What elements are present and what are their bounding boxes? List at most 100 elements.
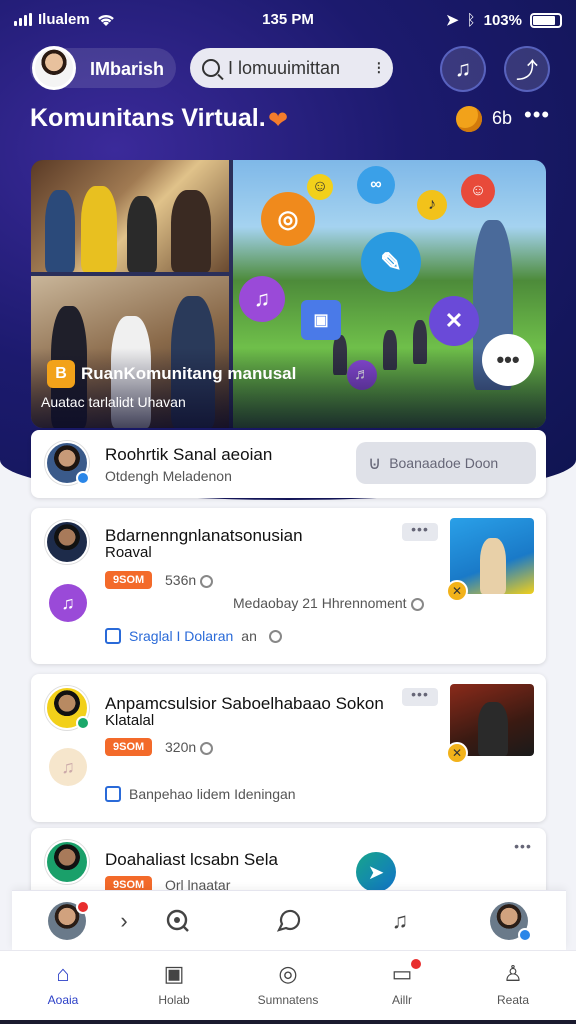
banner-subtitle: Auatac tarlalidt Uhavan (41, 394, 186, 410)
tab-explore[interactable]: ◎ Sumnatens (243, 961, 333, 1007)
send-icon[interactable]: ➤ (356, 852, 396, 892)
author-avatar[interactable] (45, 686, 90, 730)
music-bubble-icon: ♫ (239, 276, 285, 322)
post-title: Anpamcsulsior Saboelhabaao Sokon (105, 694, 384, 713)
post-link-label: Banpehao lidem Ideningan (129, 786, 296, 802)
post-context-text: Medaobay 21 Hhrennoment (233, 595, 407, 611)
profile-avatar[interactable] (45, 441, 90, 485)
profile-name: Roohrtik Sanal aeoian (105, 445, 273, 464)
post-options-button[interactable]: ••• (505, 839, 541, 858)
post-count-value: 320n (165, 739, 197, 755)
tab-inbox[interactable]: ▣ Holab (129, 961, 219, 1007)
page-title: Komunitans Virtual. (30, 104, 266, 132)
verified-icon (76, 471, 90, 485)
post-card-1[interactable]: Bdarnenngnlanatsonusian Roaval 9SOM 536n… (31, 508, 546, 664)
post-count: 536n (165, 572, 214, 588)
notification-badge (409, 957, 423, 971)
post-subtitle: Klatalal (105, 712, 155, 729)
featured-banner[interactable]: ◎ ☺ ∞ ♪ ✎ ♫ ▣ ✕ ☺ ♬ B RuanKomunitang man… (31, 160, 546, 428)
dock-avatar[interactable] (48, 900, 90, 940)
user-avatar[interactable] (32, 46, 76, 90)
search-input[interactable] (228, 57, 368, 79)
username: IMbarish (90, 59, 165, 79)
post-options-button[interactable]: ••• (402, 687, 438, 706)
notification-badge (76, 900, 90, 914)
post-thumbnail[interactable]: ✕ (446, 518, 534, 602)
photo-group-meeting (31, 160, 229, 272)
coin-icon[interactable] (456, 106, 482, 132)
location-icon: ➤ (446, 12, 459, 29)
post-card-2[interactable]: Anpamcsulsior Saboelhabaao Sokon Klatala… (31, 674, 546, 822)
tab-bar: ⌂ Aoaia ▣ Holab ◎ Sumnatens ▭ Aillr ♙ Reata (0, 950, 576, 1024)
author-avatar[interactable] (45, 840, 89, 884)
search-bar[interactable]: ⁝ (190, 48, 393, 88)
info-icon (200, 741, 214, 755)
tab-home[interactable]: ⌂ Aoaia (18, 961, 108, 1007)
post-subtitle: Roaval (105, 544, 152, 561)
search-more-icon[interactable]: ⁝ (376, 58, 382, 79)
share-icon: ⤴ (515, 58, 538, 83)
music-icon[interactable]: ♫ (382, 903, 418, 939)
context-icon (410, 597, 424, 611)
tab-profile[interactable]: ♙ Reata (468, 961, 558, 1007)
post-link[interactable]: Sraglal I Dolaran an (105, 628, 282, 644)
top-bar: IMbarish ⁝ ♫ ⤴ (30, 46, 550, 92)
quick-action-dock: › ♫ (12, 890, 566, 950)
title-row: Komunitans Virtual. ❤ 6b ••• (30, 100, 550, 140)
follow-label: Boanaadoe Doon (389, 455, 499, 471)
post-link-label: Sraglal I Dolaran (129, 628, 234, 644)
chevron-right-icon[interactable]: › (106, 903, 142, 939)
post-count: 320n (165, 739, 214, 755)
comment-icon[interactable] (270, 903, 306, 939)
bluetooth-icon: ᛒ (466, 11, 476, 29)
follow-icon: ⊍ (368, 452, 382, 473)
battery-icon (530, 12, 562, 28)
search-icon (202, 59, 220, 77)
music-note-icon[interactable]: ♫ (49, 748, 87, 786)
home-icon: ⌂ (56, 961, 70, 986)
banner-overlay (31, 348, 546, 428)
author-avatar[interactable] (45, 520, 89, 564)
smile-bubble-icon: ☺ (307, 174, 333, 200)
post-tag: 9SOM (105, 738, 153, 756)
share-button[interactable]: ⤴ (504, 46, 550, 92)
cube-icon: ▣ (301, 300, 341, 340)
post-options-button[interactable]: ••• (402, 522, 438, 541)
post-link[interactable]: Banpehao lidem Ideningan (105, 786, 296, 802)
search-icon[interactable] (160, 903, 196, 939)
music-button[interactable]: ♫ (440, 46, 486, 92)
close-icon[interactable]: ✕ (446, 580, 468, 602)
more-options-icon[interactable]: ••• (524, 102, 550, 128)
post-thumbnail[interactable]: ✕ (446, 684, 534, 764)
tab-profile-label: Reata (496, 993, 530, 1007)
heart-icon: ❤ (268, 107, 289, 134)
video-bubble-icon: ☺ (461, 174, 495, 208)
target-bubble-icon: ◎ (261, 192, 315, 246)
post-title: Bdarnenngnlanatsonusian (105, 526, 303, 545)
post-link-suffix: an (241, 628, 257, 644)
document-icon (105, 786, 121, 802)
close-icon[interactable]: ✕ (446, 742, 468, 764)
profile-icon: ♙ (503, 961, 523, 986)
banner-more-button[interactable]: ••• (482, 334, 534, 386)
post-title: Doahaliast lcsabn Sela (105, 850, 278, 869)
banner-badge-icon: B (47, 360, 75, 388)
profile-card[interactable]: Roohrtik Sanal aeoian Otdengh Meladenon … (31, 430, 546, 498)
tab-home-label: Aoaia (47, 993, 79, 1007)
tab-chat[interactable]: ▭ Aillr (357, 957, 447, 1007)
inbox-icon: ▣ (163, 961, 185, 986)
online-icon (76, 716, 90, 730)
friend-avatar[interactable] (490, 902, 532, 942)
banner-title: RuanKomunitang manusal (81, 364, 297, 383)
x-bubble-icon: ✕ (429, 296, 479, 346)
compass-icon: ◎ (278, 961, 298, 986)
tab-inbox-label: Holab (158, 993, 190, 1007)
verified-icon (518, 928, 532, 942)
follow-button[interactable]: ⊍ Boanaadoe Doon (356, 442, 536, 484)
check-icon (268, 629, 282, 643)
coin-value: 6b (492, 108, 513, 128)
tab-explore-label: Sumnatens (257, 993, 319, 1007)
music-note-icon[interactable]: ♫ (49, 584, 87, 622)
post-card-3[interactable]: Doahaliast lcsabn Sela 9SOM Orl lnaatar … (31, 828, 546, 898)
post-context: Medaobay 21 Hhrennoment (233, 595, 424, 611)
